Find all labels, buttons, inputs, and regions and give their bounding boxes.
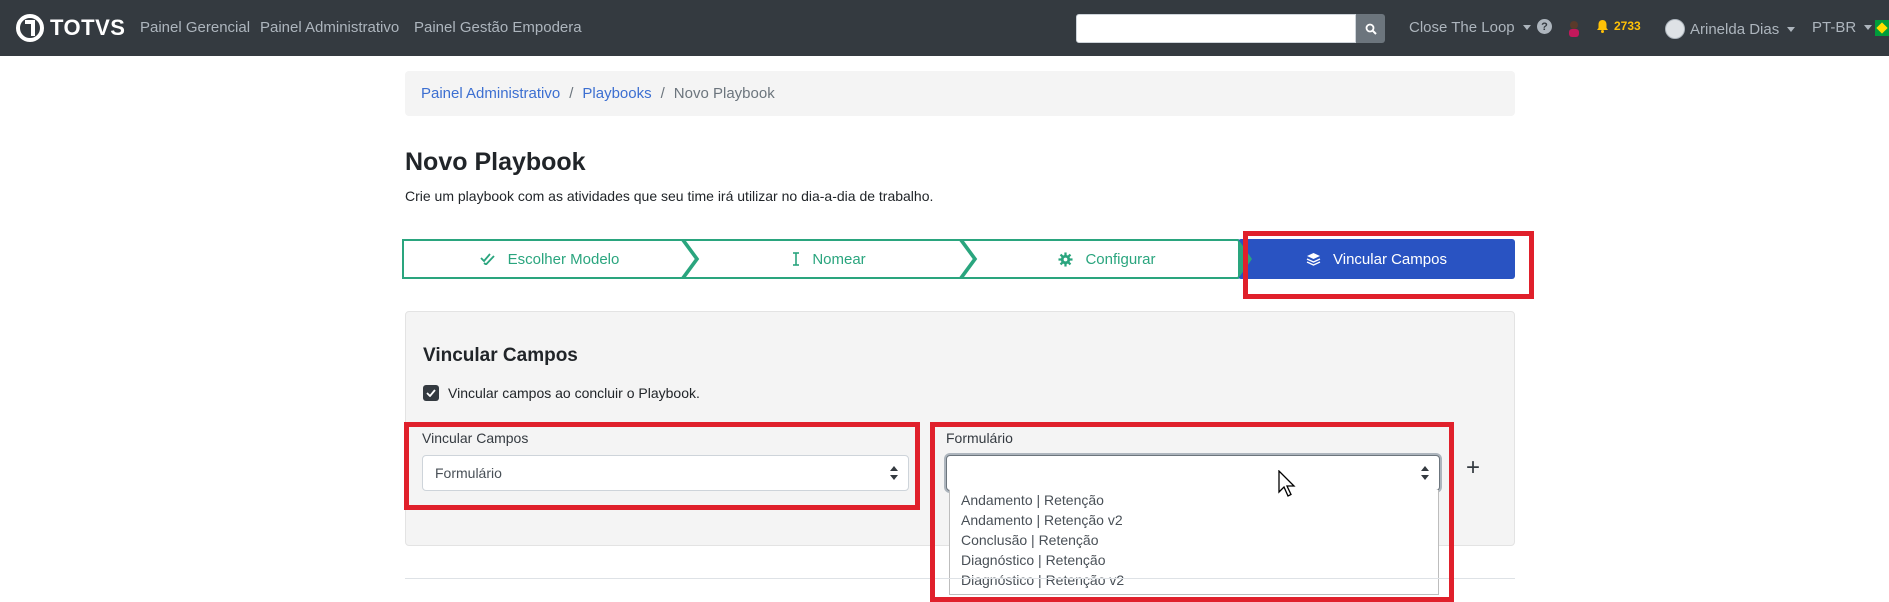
- option-item[interactable]: Andamento | Retenção: [950, 490, 1438, 510]
- vincular-campos-label: Vincular Campos: [422, 430, 529, 446]
- notifications-button[interactable]: 2733: [1596, 19, 1641, 33]
- step-label: Vincular Campos: [1333, 250, 1447, 268]
- user-menu-dropdown[interactable]: Arinelda Dias: [1665, 19, 1796, 39]
- breadcrumb-playbooks[interactable]: Playbooks: [582, 85, 651, 102]
- formulario-select[interactable]: [946, 455, 1440, 491]
- option-item[interactable]: Diagnóstico | Retenção: [950, 550, 1438, 570]
- breadcrumb-current: Novo Playbook: [673, 85, 775, 102]
- text-cursor-icon: [793, 252, 800, 266]
- vincular-checkbox-row: Vincular campos ao concluir o Playbook.: [423, 385, 700, 401]
- brand[interactable]: TOTVS: [16, 13, 125, 43]
- search-group: [1076, 14, 1385, 43]
- language-label: PT-BR: [1812, 19, 1857, 36]
- step-configurar[interactable]: Configurar: [962, 239, 1252, 279]
- search-icon: [1365, 23, 1377, 35]
- checkbox-label: Vincular campos ao concluir o Playbook.: [448, 385, 700, 401]
- sort-arrows-icon: [890, 466, 898, 480]
- select-value: Formulário: [435, 465, 502, 481]
- nav-link-painel-administrativo[interactable]: Painel Administrativo: [260, 19, 399, 36]
- step-label: Nomear: [812, 250, 866, 268]
- breadcrumb-separator: /: [569, 85, 574, 102]
- brand-name: TOTVS: [50, 15, 126, 40]
- user-name: Arinelda Dias: [1690, 20, 1780, 38]
- brazil-flag-icon[interactable]: [1875, 20, 1889, 36]
- formulario-options-list: Andamento | Retenção Andamento | Retençã…: [949, 490, 1439, 595]
- person-avatar-icon: [1569, 21, 1579, 37]
- vincular-checkbox[interactable]: [423, 385, 439, 401]
- help-icon: ?: [1537, 19, 1552, 34]
- option-item[interactable]: Conclusão | Retenção: [950, 530, 1438, 550]
- mouse-pointer-icon: [1278, 470, 1296, 497]
- option-item[interactable]: Andamento | Retenção v2: [950, 510, 1438, 530]
- check-icon: [426, 389, 436, 397]
- step-label: Configurar: [1085, 250, 1156, 268]
- step-vincular-campos[interactable]: Vincular Campos: [1238, 239, 1515, 279]
- option-item[interactable]: Diagnóstico | Retenção v2: [950, 570, 1438, 590]
- help-button[interactable]: ?: [1537, 19, 1552, 34]
- double-check-icon: [479, 253, 495, 265]
- search-input[interactable]: [1076, 14, 1356, 43]
- page-title: Novo Playbook: [405, 148, 586, 176]
- bell-icon: [1597, 20, 1608, 33]
- search-button[interactable]: [1356, 14, 1385, 43]
- profile-picture-button[interactable]: [1566, 19, 1582, 37]
- card-title: Vincular Campos: [423, 345, 578, 366]
- close-the-loop-dropdown[interactable]: Close The Loop: [1409, 19, 1531, 36]
- notification-count: 2733: [1614, 19, 1641, 33]
- step-escolher-modelo[interactable]: Escolher Modelo: [402, 239, 697, 279]
- nav-link-painel-gerencial[interactable]: Painel Gerencial: [140, 19, 250, 36]
- top-navbar: TOTVS Painel Gerencial Painel Administra…: [0, 0, 1889, 56]
- step-nomear[interactable]: Nomear: [684, 239, 974, 279]
- breadcrumb: Painel Administrativo / Playbooks / Novo…: [405, 71, 1515, 116]
- nav-link-painel-gestao-empodera[interactable]: Painel Gestão Empodera: [414, 19, 582, 36]
- close-the-loop-label: Close The Loop: [1409, 19, 1515, 36]
- avatar: [1665, 19, 1685, 39]
- add-field-button[interactable]: +: [1466, 456, 1480, 480]
- divider: [405, 578, 1515, 579]
- vincular-campos-select[interactable]: Formulário: [422, 455, 909, 491]
- chevron-down-icon: [1522, 25, 1531, 30]
- chevron-down-icon: [1787, 26, 1796, 32]
- totvs-logo-icon: [16, 14, 44, 42]
- gear-icon: [1058, 251, 1073, 267]
- step-label: Escolher Modelo: [507, 250, 620, 268]
- formulario-label: Formulário: [946, 430, 1013, 446]
- language-dropdown[interactable]: PT-BR: [1812, 19, 1873, 36]
- chevron-down-icon: [1864, 25, 1873, 30]
- page-subtitle: Crie um playbook com as atividades que s…: [405, 188, 934, 204]
- sort-arrows-icon: [1421, 466, 1429, 480]
- breadcrumb-separator: /: [660, 85, 665, 102]
- breadcrumb-painel-administrativo[interactable]: Painel Administrativo: [421, 85, 560, 102]
- layers-icon: [1306, 253, 1321, 266]
